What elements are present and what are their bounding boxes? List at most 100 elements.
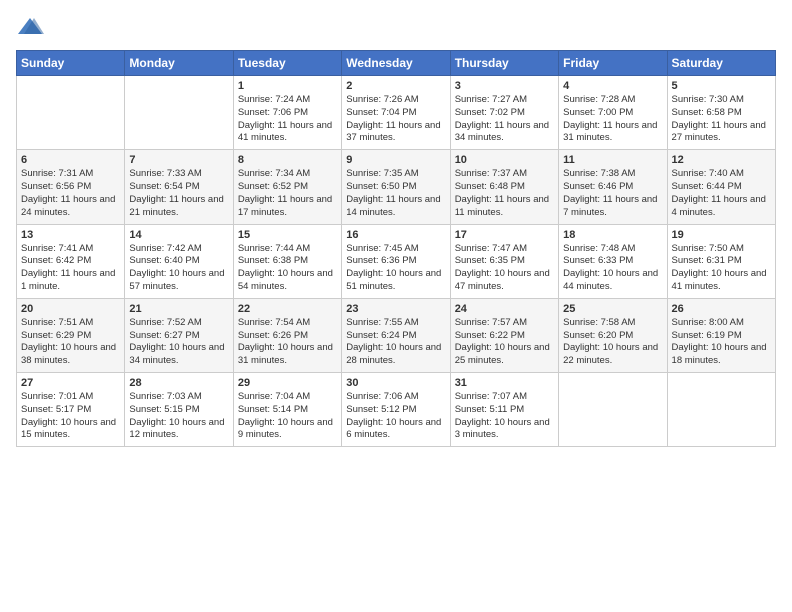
calendar: SundayMondayTuesdayWednesdayThursdayFrid… <box>16 50 776 447</box>
day-info: Sunrise: 7:37 AMSunset: 6:48 PMDaylight:… <box>455 168 554 219</box>
calendar-cell: 16 Sunrise: 7:45 AMSunset: 6:36 PMDayligh… <box>342 224 450 298</box>
day-info: Sunrise: 7:38 AMSunset: 6:46 PMDaylight:… <box>563 168 662 219</box>
day-number: 9 <box>346 154 445 166</box>
day-info: Sunrise: 7:55 AMSunset: 6:24 PMDaylight:… <box>346 317 445 368</box>
calendar-cell: 17 Sunrise: 7:47 AMSunset: 6:35 PMDayligh… <box>450 224 558 298</box>
day-number: 5 <box>672 80 771 92</box>
calendar-cell: 28 Sunrise: 7:03 AMSunset: 5:15 PMDayligh… <box>125 373 233 447</box>
calendar-cell <box>17 76 125 150</box>
day-number: 28 <box>129 377 228 389</box>
day-info: Sunrise: 7:24 AMSunset: 7:06 PMDaylight:… <box>238 94 337 145</box>
calendar-cell: 25Sunrise: 7:58 AMSunset: 6:20 PMDayligh… <box>559 298 667 372</box>
day-number: 23 <box>346 303 445 315</box>
day-number: 16 <box>346 229 445 241</box>
calendar-cell: 29 Sunrise: 7:04 AMSunset: 5:14 PMDayligh… <box>233 373 341 447</box>
calendar-cell <box>559 373 667 447</box>
day-number: 19 <box>672 229 771 241</box>
day-number: 20 <box>21 303 120 315</box>
calendar-cell: 14 Sunrise: 7:42 AMSunset: 6:40 PMDayligh… <box>125 224 233 298</box>
day-info: Sunrise: 7:51 AMSunset: 6:29 PMDaylight:… <box>21 317 120 368</box>
day-number: 22 <box>238 303 337 315</box>
day-info: Sunrise: 7:26 AMSunset: 7:04 PMDaylight:… <box>346 94 445 145</box>
day-info: Sunrise: 7:35 AMSunset: 6:50 PMDaylight:… <box>346 168 445 219</box>
calendar-week-row: 20 Sunrise: 7:51 AMSunset: 6:29 PMDayligh… <box>17 298 776 372</box>
day-number: 15 <box>238 229 337 241</box>
day-info: Sunrise: 7:50 AMSunset: 6:31 PMDaylight:… <box>672 243 771 294</box>
weekday-header: Sunday <box>17 51 125 76</box>
day-number: 13 <box>21 229 120 241</box>
day-number: 1 <box>238 80 337 92</box>
logo <box>16 16 48 38</box>
day-info: Sunrise: 7:03 AMSunset: 5:15 PMDaylight:… <box>129 391 228 442</box>
day-info: Sunrise: 7:47 AMSunset: 6:35 PMDaylight:… <box>455 243 554 294</box>
day-info: Sunrise: 7:42 AMSunset: 6:40 PMDaylight:… <box>129 243 228 294</box>
calendar-cell: 5 Sunrise: 7:30 AMSunset: 6:58 PMDaylight… <box>667 76 775 150</box>
calendar-cell: 7Sunrise: 7:33 AMSunset: 6:54 PMDaylight… <box>125 150 233 224</box>
weekday-header: Wednesday <box>342 51 450 76</box>
calendar-cell: 13 Sunrise: 7:41 AMSunset: 6:42 PMDayligh… <box>17 224 125 298</box>
day-number: 6 <box>21 154 120 166</box>
weekday-header: Friday <box>559 51 667 76</box>
day-number: 24 <box>455 303 554 315</box>
day-number: 31 <box>455 377 554 389</box>
day-info: Sunrise: 7:40 AMSunset: 6:44 PMDaylight:… <box>672 168 771 219</box>
calendar-cell: 3 Sunrise: 7:27 AMSunset: 7:02 PMDaylight… <box>450 76 558 150</box>
day-number: 12 <box>672 154 771 166</box>
day-info: Sunrise: 7:06 AMSunset: 5:12 PMDaylight:… <box>346 391 445 442</box>
calendar-cell: 1 Sunrise: 7:24 AMSunset: 7:06 PMDaylight… <box>233 76 341 150</box>
weekday-header: Thursday <box>450 51 558 76</box>
calendar-cell: 12 Sunrise: 7:40 AMSunset: 6:44 PMDayligh… <box>667 150 775 224</box>
calendar-cell: 20 Sunrise: 7:51 AMSunset: 6:29 PMDayligh… <box>17 298 125 372</box>
day-info: Sunrise: 7:45 AMSunset: 6:36 PMDaylight:… <box>346 243 445 294</box>
day-info: Sunrise: 7:30 AMSunset: 6:58 PMDaylight:… <box>672 94 771 145</box>
weekday-header: Monday <box>125 51 233 76</box>
day-info: Sunrise: 7:28 AMSunset: 7:00 PMDaylight:… <box>563 94 662 145</box>
day-info: Sunrise: 7:44 AMSunset: 6:38 PMDaylight:… <box>238 243 337 294</box>
calendar-cell: 15 Sunrise: 7:44 AMSunset: 6:38 PMDayligh… <box>233 224 341 298</box>
day-info: Sunrise: 7:31 AMSunset: 6:56 PMDaylight:… <box>21 168 120 219</box>
day-number: 8 <box>238 154 337 166</box>
calendar-cell <box>125 76 233 150</box>
page-header <box>16 16 776 38</box>
calendar-cell: 22 Sunrise: 7:54 AMSunset: 6:26 PMDayligh… <box>233 298 341 372</box>
calendar-cell: 30 Sunrise: 7:06 AMSunset: 5:12 PMDayligh… <box>342 373 450 447</box>
logo-icon <box>16 16 44 38</box>
day-number: 10 <box>455 154 554 166</box>
day-number: 27 <box>21 377 120 389</box>
day-info: Sunrise: 7:48 AMSunset: 6:33 PMDaylight:… <box>563 243 662 294</box>
calendar-cell: 10 Sunrise: 7:37 AMSunset: 6:48 PMDayligh… <box>450 150 558 224</box>
day-info: Sunrise: 7:01 AMSunset: 5:17 PMDaylight:… <box>21 391 120 442</box>
calendar-cell: 19 Sunrise: 7:50 AMSunset: 6:31 PMDayligh… <box>667 224 775 298</box>
day-info: Sunrise: 7:58 AMSunset: 6:20 PMDaylight:… <box>563 317 662 368</box>
calendar-cell: 8 Sunrise: 7:34 AMSunset: 6:52 PMDaylight… <box>233 150 341 224</box>
day-info: Sunrise: 7:27 AMSunset: 7:02 PMDaylight:… <box>455 94 554 145</box>
day-number: 30 <box>346 377 445 389</box>
day-info: Sunrise: 7:04 AMSunset: 5:14 PMDaylight:… <box>238 391 337 442</box>
day-number: 4 <box>563 80 662 92</box>
weekday-header-row: SundayMondayTuesdayWednesdayThursdayFrid… <box>17 51 776 76</box>
day-info: Sunrise: 7:41 AMSunset: 6:42 PMDaylight:… <box>21 243 120 294</box>
calendar-cell: 4 Sunrise: 7:28 AMSunset: 7:00 PMDaylight… <box>559 76 667 150</box>
day-number: 3 <box>455 80 554 92</box>
calendar-week-row: 13 Sunrise: 7:41 AMSunset: 6:42 PMDayligh… <box>17 224 776 298</box>
day-number: 17 <box>455 229 554 241</box>
calendar-cell: 18Sunrise: 7:48 AMSunset: 6:33 PMDayligh… <box>559 224 667 298</box>
calendar-cell: 6 Sunrise: 7:31 AMSunset: 6:56 PMDaylight… <box>17 150 125 224</box>
calendar-cell: 21 Sunrise: 7:52 AMSunset: 6:27 PMDayligh… <box>125 298 233 372</box>
day-info: Sunrise: 7:34 AMSunset: 6:52 PMDaylight:… <box>238 168 337 219</box>
day-number: 7 <box>129 154 228 166</box>
calendar-cell: 24 Sunrise: 7:57 AMSunset: 6:22 PMDayligh… <box>450 298 558 372</box>
day-info: Sunrise: 7:52 AMSunset: 6:27 PMDaylight:… <box>129 317 228 368</box>
calendar-cell: 26Sunrise: 8:00 AMSunset: 6:19 PMDayligh… <box>667 298 775 372</box>
calendar-cell: 11Sunrise: 7:38 AMSunset: 6:46 PMDayligh… <box>559 150 667 224</box>
day-info: Sunrise: 7:57 AMSunset: 6:22 PMDaylight:… <box>455 317 554 368</box>
day-info: Sunrise: 7:54 AMSunset: 6:26 PMDaylight:… <box>238 317 337 368</box>
calendar-cell: 2Sunrise: 7:26 AMSunset: 7:04 PMDaylight… <box>342 76 450 150</box>
calendar-cell <box>667 373 775 447</box>
day-number: 21 <box>129 303 228 315</box>
calendar-cell: 27 Sunrise: 7:01 AMSunset: 5:17 PMDayligh… <box>17 373 125 447</box>
day-info: Sunrise: 7:07 AMSunset: 5:11 PMDaylight:… <box>455 391 554 442</box>
weekday-header: Saturday <box>667 51 775 76</box>
day-number: 14 <box>129 229 228 241</box>
day-number: 29 <box>238 377 337 389</box>
